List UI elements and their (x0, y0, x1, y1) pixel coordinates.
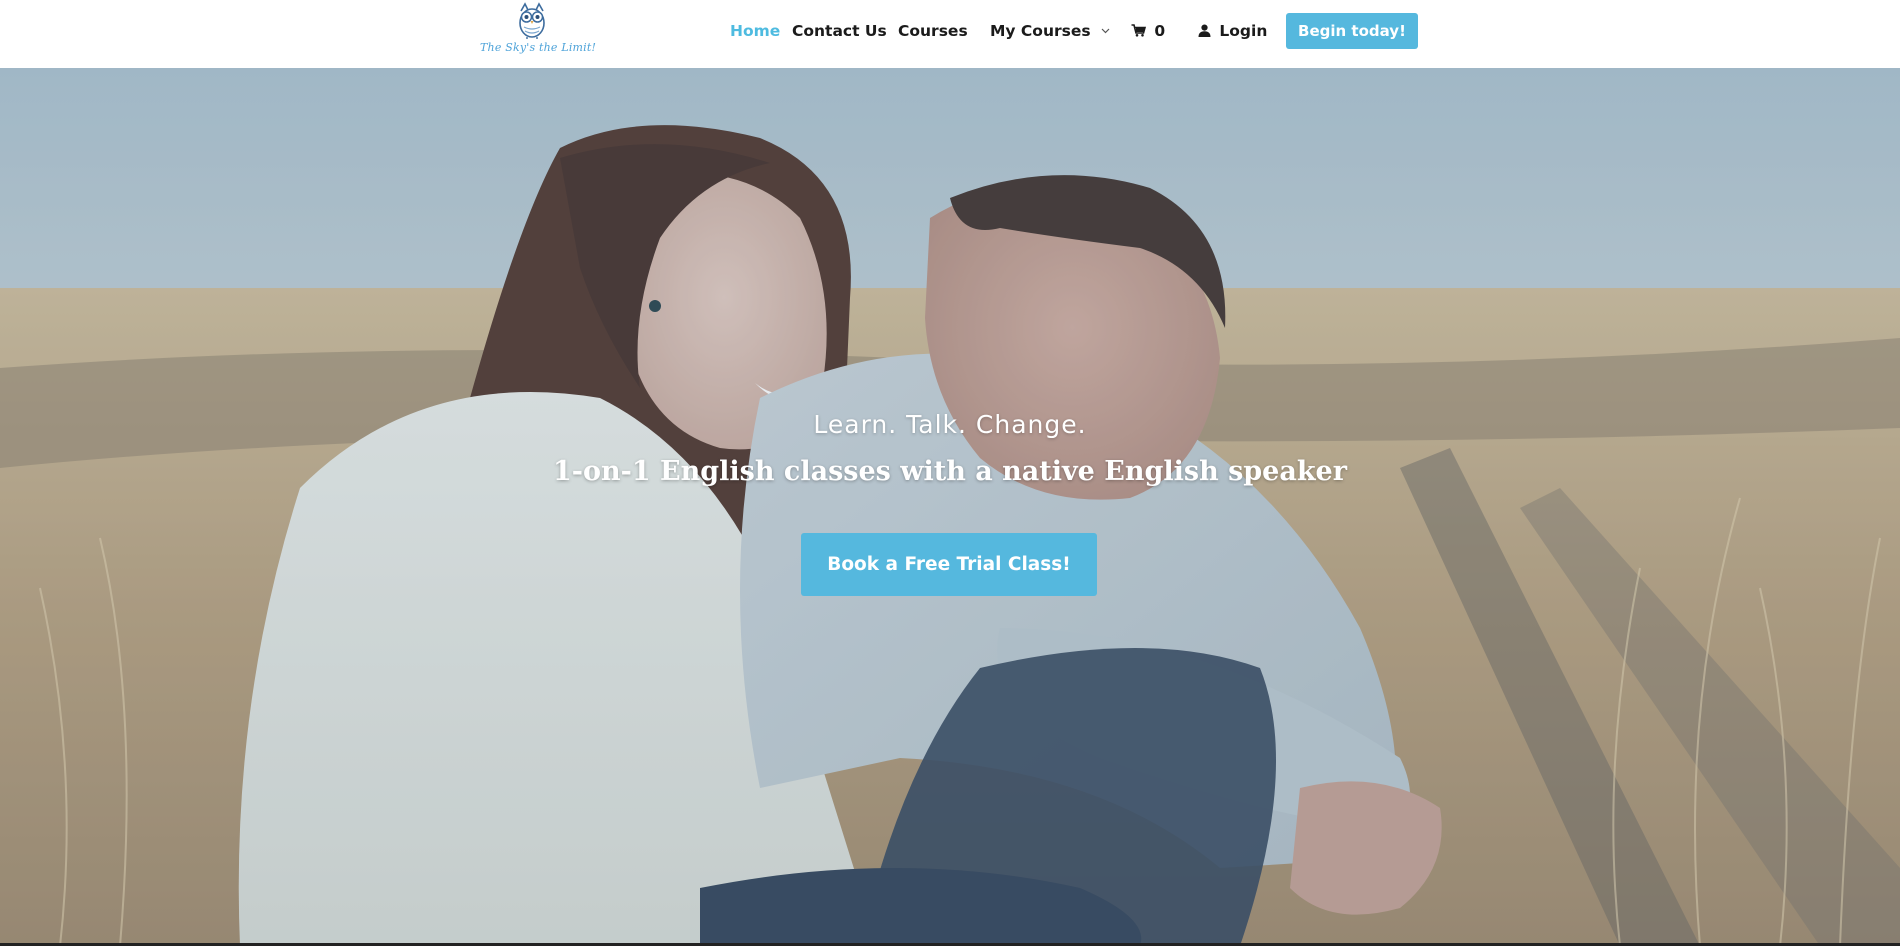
site-logo[interactable]: The Sky's the Limit! (478, 0, 597, 64)
nav-courses[interactable]: Courses (898, 22, 968, 40)
book-free-trial-button[interactable]: Book a Free Trial Class! (801, 533, 1097, 596)
cart-icon (1131, 24, 1146, 37)
hero-subtitle: 1-on-1 English classes with a native Eng… (553, 456, 1347, 487)
hero-tagline: Learn. Talk. Change. (813, 410, 1087, 439)
nav-my-courses[interactable]: My Courses (990, 22, 1110, 40)
nav-login[interactable]: Login (1198, 22, 1267, 40)
begin-today-button[interactable]: Begin today! (1286, 13, 1418, 49)
user-icon (1198, 24, 1211, 37)
owl-logo-icon (519, 2, 545, 39)
nav-home[interactable]: Home (730, 22, 780, 40)
nav-cart[interactable]: 0 (1131, 22, 1165, 40)
hero-overlay (0, 68, 1900, 946)
hero-section: Learn. Talk. Change. 1-on-1 English clas… (0, 68, 1900, 946)
nav-my-courses-label: My Courses (990, 22, 1091, 40)
nav-contact-us[interactable]: Contact Us (792, 22, 887, 40)
site-header: The Sky's the Limit! Home Contact Us Cou… (0, 0, 1900, 68)
chevron-down-icon (1101, 28, 1110, 34)
nav-login-label: Login (1219, 22, 1268, 40)
logo-text: The Sky's the Limit! (480, 41, 597, 54)
cart-count: 0 (1154, 22, 1166, 40)
